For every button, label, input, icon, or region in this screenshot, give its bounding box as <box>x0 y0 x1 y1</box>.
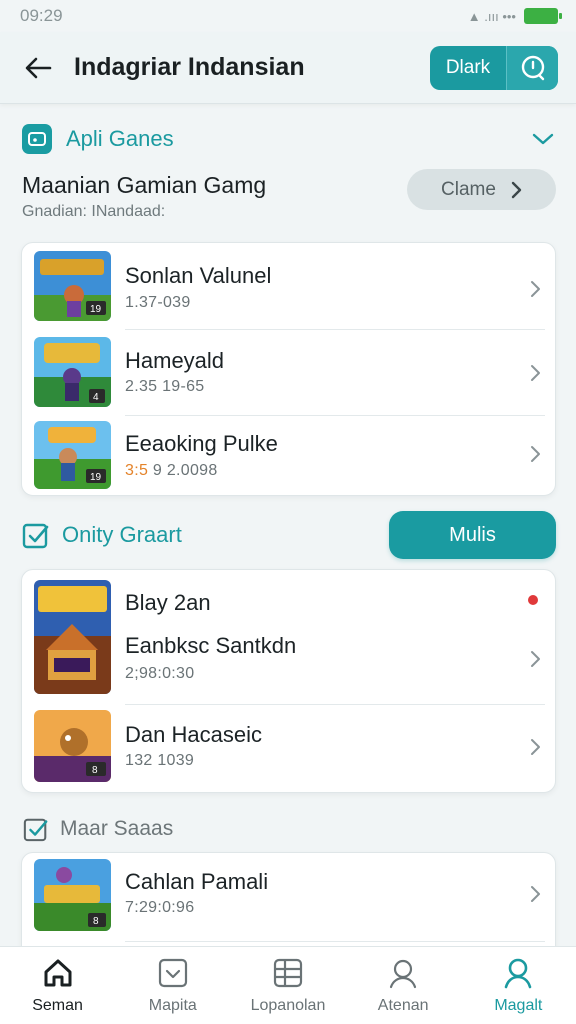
chevron-right-icon <box>531 365 540 381</box>
games-list-card: 19 Sonlan Valunel 1.37-039 4 Hameyald 2.… <box>21 242 556 496</box>
divider <box>125 941 545 942</box>
home-icon <box>40 955 76 991</box>
chevron-right-icon <box>531 886 540 902</box>
people-icon <box>385 955 421 991</box>
game-thumbnail: 4 <box>34 337 111 407</box>
dark-toggle-group: Dlark <box>430 45 558 90</box>
featured-list-card: Blay 2an Eanbksc Santkdn 2;98:0:30 8 Dan… <box>21 569 556 793</box>
thumb-badge: 4 <box>93 392 99 403</box>
list-item-meta: 1.37-039 <box>125 294 191 311</box>
section-caption: Gnadian: INandaad: <box>22 203 166 220</box>
section-maar-title: Maar Saaas <box>60 817 174 840</box>
nav-label: Magalt <box>494 997 543 1014</box>
list-item[interactable]: 8 Cahlan Pamali 7:29:0:96 <box>22 853 555 939</box>
section-onity-header: Onity Graart <box>22 521 182 549</box>
grid-list-icon <box>270 955 306 991</box>
chevron-right-icon <box>531 739 540 755</box>
nav-item-mapita[interactable]: Mapita <box>115 955 230 1015</box>
nav-item-atenan[interactable]: Atenan <box>346 955 461 1015</box>
signal-status: ▲ .ııı ••• <box>467 8 516 24</box>
game-thumbnail: 8 <box>34 859 111 931</box>
nav-label: Atenan <box>377 997 429 1014</box>
search-icon <box>521 55 544 80</box>
list-item-title: Cahlan Pamali <box>125 869 269 894</box>
nav-label: Lopanolan <box>250 997 326 1014</box>
mulis-button[interactable]: Mulis <box>389 511 556 559</box>
clame-button[interactable]: Clame <box>407 169 556 210</box>
list-item-title: Dan Hacaseic <box>125 722 262 747</box>
back-button[interactable] <box>18 48 58 88</box>
list-item-meta: 132 1039 <box>125 752 195 769</box>
chevron-down-icon[interactable] <box>532 132 554 146</box>
thumb-badge: 19 <box>90 304 102 315</box>
checkbox-icon[interactable] <box>22 521 50 549</box>
chevron-right-icon <box>531 651 540 667</box>
thumb-badge: 19 <box>90 472 102 483</box>
section-apps-title: Apli Ganes <box>66 126 174 151</box>
list-item[interactable]: 19 Sonlan Valunel 1.37-039 <box>22 249 555 327</box>
battery-icon <box>524 8 562 24</box>
list-item-title: Sonlan Valunel <box>125 263 272 288</box>
nav-label: Seman <box>32 997 83 1014</box>
game-thumbnail: 19 <box>34 251 111 321</box>
list-item-title: Eeaoking Pulke <box>125 431 278 456</box>
list-item-meta: 2.35 19-65 <box>125 378 205 395</box>
clame-label: Clame <box>441 178 496 200</box>
status-icons: ▲ .ııı ••• <box>467 8 562 24</box>
notification-dot <box>528 595 538 605</box>
bottom-navigation: Seman Mapita Lopanolan Atenan Magalt <box>0 946 576 1024</box>
chevron-right-icon <box>531 446 540 462</box>
gamepad-icon <box>22 124 52 154</box>
section-subtitle: Maanian Gamian Gamg <box>22 172 267 198</box>
inbox-icon <box>155 955 191 991</box>
divider <box>125 329 545 330</box>
list-item-meta: 2;98:0:30 <box>125 665 195 682</box>
divider <box>125 704 545 705</box>
app-bar: Indagriar Indansian Dlark <box>0 32 576 104</box>
page-title: Indagriar Indansian <box>74 53 305 81</box>
list-item-meta-accent: 3:5 <box>125 462 149 479</box>
chevron-right-icon <box>531 281 540 297</box>
thumb-badge: 8 <box>93 916 99 927</box>
list-item[interactable]: 19 Eeaoking Pulke 3:5 9 2.0098 <box>22 419 555 493</box>
section-maar-header: Maar Saaas <box>22 815 173 843</box>
section-onity-title: Onity Graart <box>62 522 182 547</box>
list-item-subtitle: Eanbksc Santkdn <box>125 633 297 658</box>
section-apps-header[interactable]: Apli Ganes <box>22 124 554 154</box>
list-item-meta: 3:5 9 2.0098 <box>125 462 218 480</box>
game-thumbnail: 19 <box>34 421 111 489</box>
list-item-meta-value: 9 2.0098 <box>148 462 218 479</box>
nav-item-lopanolan[interactable]: Lopanolan <box>230 955 345 1015</box>
list-item-title: Blay 2an <box>125 590 211 615</box>
nav-item-magalt[interactable]: Magalt <box>461 955 576 1015</box>
list-item-meta: 7:29:0:96 <box>125 899 195 916</box>
profile-icon <box>500 955 536 991</box>
checkbox-icon[interactable] <box>22 815 50 843</box>
status-bar: 09:29 ▲ .ııı ••• <box>0 0 576 32</box>
arrow-left-icon <box>25 57 52 78</box>
list-item-title: Hameyald <box>125 348 225 373</box>
nav-item-seman[interactable]: Seman <box>0 955 115 1015</box>
game-thumbnail <box>34 580 111 694</box>
search-button[interactable] <box>506 45 558 90</box>
list-item[interactable]: Blay 2an Eanbksc Santkdn 2;98:0:30 <box>22 570 555 702</box>
chevron-right-icon <box>511 181 522 198</box>
divider <box>125 415 545 416</box>
list-item[interactable]: 8 Dan Hacaseic 132 1039 <box>22 706 555 792</box>
list-item[interactable]: 4 Hameyald 2.35 19-65 <box>22 335 555 413</box>
status-time: 09:29 <box>20 6 63 25</box>
dark-mode-button[interactable]: Dlark <box>430 46 506 90</box>
nav-label: Mapita <box>148 997 197 1014</box>
game-thumbnail: 8 <box>34 710 111 782</box>
thumb-badge: 8 <box>92 765 98 776</box>
